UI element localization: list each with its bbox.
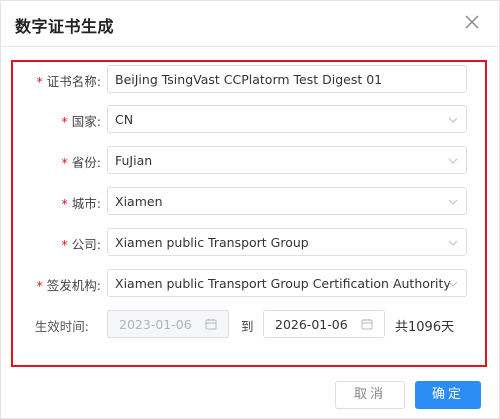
company-row: * 公司: Xiamen public Transport Group bbox=[13, 228, 485, 258]
city-value: Xiamen bbox=[115, 194, 163, 209]
country-select[interactable]: CN bbox=[107, 105, 467, 133]
chevron-down-icon bbox=[448, 240, 458, 246]
cert-name-value: BeiJing TsingVast CCPlatorm Test Digest … bbox=[115, 72, 383, 87]
province-label: * 省份: bbox=[61, 155, 101, 170]
cert-name-label: * 证书名称: bbox=[36, 74, 101, 89]
chevron-down-icon bbox=[448, 117, 458, 123]
chevron-down-icon bbox=[448, 199, 458, 205]
validity-row: 生效时间: 2023-01-06 到 2026-01-06 共1096天 bbox=[13, 310, 485, 340]
province-row: * 省份: FuJian bbox=[13, 146, 485, 176]
country-row: * 国家: CN bbox=[13, 105, 485, 135]
chevron-down-icon bbox=[448, 281, 458, 287]
start-date-picker: 2023-01-06 bbox=[107, 310, 229, 338]
country-label: * 国家: bbox=[61, 114, 101, 129]
company-label: * 公司: bbox=[61, 237, 101, 252]
close-icon[interactable] bbox=[463, 13, 481, 31]
city-row: * 城市: Xiamen bbox=[13, 187, 485, 217]
country-value: CN bbox=[115, 112, 134, 127]
dialog-footer: 取消 确定 bbox=[1, 371, 499, 419]
certificate-form: * 证书名称: BeiJing TsingVast CCPlatorm Test … bbox=[11, 60, 487, 367]
issuer-row: * 签发机构: Xiamen public Transport Group Cer… bbox=[13, 269, 485, 299]
required-mark: * bbox=[61, 196, 68, 211]
company-select[interactable]: Xiamen public Transport Group bbox=[107, 228, 467, 256]
chevron-down-icon bbox=[448, 158, 458, 164]
issuer-label: * 签发机构: bbox=[36, 278, 101, 293]
calendar-icon bbox=[361, 319, 373, 330]
dialog-title: 数字证书生成 bbox=[15, 17, 115, 36]
validity-label: 生效时间: bbox=[34, 319, 89, 334]
province-value: FuJian bbox=[115, 153, 153, 168]
cert-name-input[interactable]: BeiJing TsingVast CCPlatorm Test Digest … bbox=[107, 65, 467, 93]
start-date-value: 2023-01-06 bbox=[119, 317, 192, 332]
company-value: Xiamen public Transport Group bbox=[115, 235, 309, 250]
issuer-select[interactable]: Xiamen public Transport Group Certificat… bbox=[107, 269, 467, 297]
total-days-text: 共1096天 bbox=[395, 320, 455, 335]
dialog-header: 数字证书生成 bbox=[1, 1, 499, 47]
end-date-picker[interactable]: 2026-01-06 bbox=[263, 310, 385, 338]
date-range-separator: 到 bbox=[241, 319, 254, 334]
required-mark: * bbox=[61, 237, 68, 252]
province-select[interactable]: FuJian bbox=[107, 146, 467, 174]
issuer-value: Xiamen public Transport Group Certificat… bbox=[115, 276, 451, 291]
city-label: * 城市: bbox=[61, 196, 101, 211]
certificate-dialog: 数字证书生成 * 证书名称: BeiJing TsingVast CCPlator… bbox=[0, 0, 500, 419]
cancel-button[interactable]: 取消 bbox=[335, 381, 405, 409]
required-mark: * bbox=[61, 155, 68, 170]
required-mark: * bbox=[36, 74, 43, 89]
confirm-button[interactable]: 确定 bbox=[415, 381, 481, 409]
cert-name-row: * 证书名称: BeiJing TsingVast CCPlatorm Test … bbox=[13, 65, 485, 95]
city-select[interactable]: Xiamen bbox=[107, 187, 467, 215]
required-mark: * bbox=[61, 114, 68, 129]
calendar-icon bbox=[205, 319, 217, 330]
required-mark: * bbox=[36, 278, 43, 293]
end-date-value: 2026-01-06 bbox=[275, 317, 348, 332]
